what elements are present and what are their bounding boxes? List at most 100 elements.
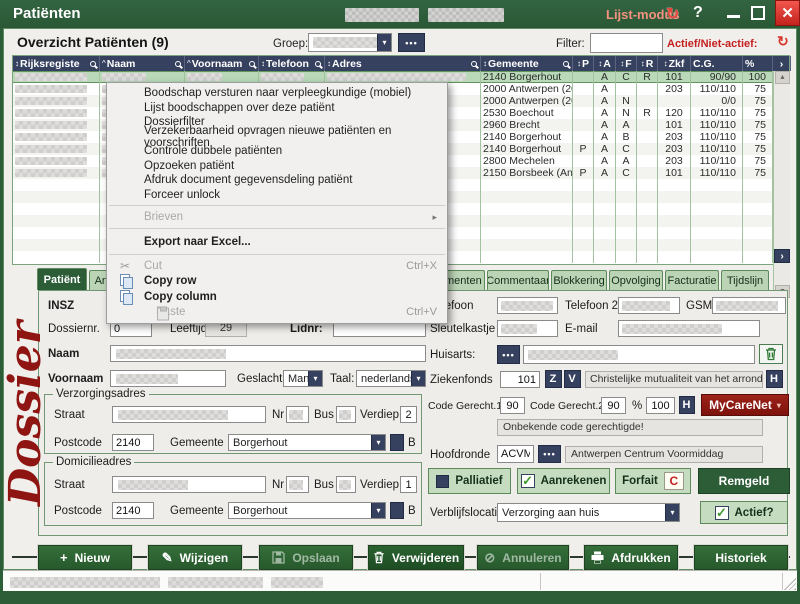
context-menu-item-copy-column[interactable]: Copy column: [107, 289, 447, 305]
search-icon[interactable]: [175, 61, 181, 67]
column-header-p[interactable]: ↕P: [573, 56, 594, 71]
search-icon[interactable]: [249, 61, 255, 67]
taal-select[interactable]: nederlands ▾: [356, 370, 426, 387]
tab-tijdslijn[interactable]: Tijdslijn: [721, 270, 769, 290]
column-header-telefoon[interactable]: ↕Telefoon: [259, 56, 325, 71]
vertical-scrollbar[interactable]: ▲ ▼: [773, 71, 790, 298]
huisarts-input[interactable]: [523, 345, 755, 364]
gsm-input[interactable]: [712, 297, 786, 314]
nr-input[interactable]: [286, 406, 309, 423]
context-menu-item-opzoeken-pati-nt[interactable]: Opzoeken patiënt: [107, 159, 447, 174]
hoofdronde-lookup-button[interactable]: •••: [538, 445, 561, 463]
tab-opvolging[interactable]: Opvolging: [609, 270, 663, 290]
context-menu-item-verzekerbaarheid-opvragen-nieuwe-pati-nten-en-voorschriften[interactable]: Verzekerbaarheid opvragen nieuwe patiënt…: [107, 130, 447, 145]
huisarts-clear-button[interactable]: [759, 344, 783, 364]
column-header-voornaam[interactable]: ^Voornaam: [185, 56, 259, 71]
mycarenet-button[interactable]: MyCareNet▾: [701, 394, 789, 416]
context-menu-item-afdruk-document-gegevensdeling-pati-nt[interactable]: Afdruk document gegevensdeling patiënt: [107, 173, 447, 188]
tab-blokkering[interactable]: Blokkering: [551, 270, 607, 290]
tab-patient[interactable]: Patiënt: [37, 268, 87, 290]
column-header-%[interactable]: %: [743, 56, 773, 71]
historiek-button[interactable]: Historiek: [694, 545, 788, 570]
chevron-down-icon[interactable]: ▾: [665, 504, 679, 521]
chevron-down-icon[interactable]: ▾: [377, 34, 391, 51]
verblijfslocatie-select[interactable]: Verzorging aan huis ▾: [497, 503, 680, 522]
gemeente-select[interactable]: Borgerhout ▾: [228, 502, 386, 519]
active-toggle-refresh-icon[interactable]: ↻: [777, 33, 789, 50]
group-more-button[interactable]: •••: [398, 33, 425, 52]
context-menu-item-lijst-boodschappen-over-deze-pati-nt[interactable]: Lijst boodschappen over deze patiënt: [107, 101, 447, 116]
chevron-down-icon[interactable]: ▾: [411, 371, 425, 386]
tab-commentaar[interactable]: Commentaar: [487, 270, 549, 290]
opslaan-button[interactable]: Opslaan: [259, 545, 353, 570]
context-menu-item-boodschap-versturen-naar-verpleegkundige-mobiel[interactable]: Boodschap versturen naar verpleegkundige…: [107, 86, 447, 101]
naam-input[interactable]: [110, 345, 426, 362]
palliatief-checkbox[interactable]: [436, 475, 449, 488]
ziekenfonds-h-button[interactable]: H: [766, 370, 783, 388]
search-icon[interactable]: [563, 61, 569, 67]
postcode-input[interactable]: [112, 502, 154, 519]
gemeente-lookup-button[interactable]: [390, 434, 404, 451]
more-columns-icon[interactable]: ›: [773, 56, 791, 71]
aanrekenen-toggle[interactable]: ✓ Aanrekenen: [517, 468, 610, 494]
verdiep-input[interactable]: [400, 476, 417, 493]
ziekenfonds-v-button[interactable]: V: [564, 370, 581, 388]
gemeente-lookup-button[interactable]: [390, 502, 404, 519]
forfait-control[interactable]: Forfait C: [615, 468, 691, 494]
email-input[interactable]: [618, 320, 760, 337]
chevron-down-icon[interactable]: ▾: [371, 503, 385, 518]
ziekenfonds-input[interactable]: [500, 371, 540, 388]
code-h-button[interactable]: H: [679, 396, 695, 414]
wijzigen-button[interactable]: ✎ Wijzigen: [148, 545, 242, 570]
afdrukken-button[interactable]: Afdrukken: [584, 545, 678, 570]
straat-input[interactable]: [112, 476, 266, 493]
nr-input[interactable]: [286, 476, 309, 493]
tab-facturatie[interactable]: Facturatie: [665, 270, 719, 290]
context-menu-item-controle-dubbele-pati-nten[interactable]: Controle dubbele patiënten: [107, 144, 447, 159]
minimize-button[interactable]: [727, 15, 740, 18]
filter-input[interactable]: [590, 33, 663, 53]
actief-checkbox[interactable]: ✓: [715, 506, 729, 520]
nieuw-button[interactable]: + Nieuw: [38, 545, 132, 570]
maximize-button[interactable]: [751, 6, 765, 20]
verwijderen-button[interactable]: Verwijderen: [368, 545, 464, 570]
help-button[interactable]: ?: [693, 4, 703, 22]
telefoon2-input[interactable]: [618, 297, 680, 314]
scroll-right-button[interactable]: ›: [774, 249, 790, 263]
column-header-rijksregiste[interactable]: ↕Rijksregiste: [13, 56, 100, 71]
annuleren-button[interactable]: ⊘ Annuleren: [477, 545, 569, 570]
palliatief-toggle[interactable]: Palliatief: [428, 468, 511, 494]
bus-input[interactable]: [336, 476, 356, 493]
column-header-a[interactable]: ↕A: [594, 56, 616, 71]
resize-grip[interactable]: [784, 578, 796, 590]
column-header-f[interactable]: ↕F: [616, 56, 637, 71]
code-gerecht2-input[interactable]: [601, 397, 626, 414]
actief-toggle[interactable]: ✓ Actief?: [700, 501, 788, 524]
context-menu-item-copy-row[interactable]: Copy row: [107, 274, 447, 290]
context-menu-item-export-naar-excel[interactable]: Export naar Excel...: [107, 232, 447, 251]
sleutelkastje-input[interactable]: [497, 320, 558, 337]
verdiep-input[interactable]: [400, 406, 417, 423]
postcode-input[interactable]: [112, 434, 154, 451]
column-header-gemeente[interactable]: ↕Gemeente: [481, 56, 573, 71]
chevron-down-icon[interactable]: ▾: [308, 371, 322, 386]
group-select[interactable]: ▾: [308, 33, 392, 52]
gemeente-select[interactable]: Borgerhout ▾: [228, 434, 386, 451]
aanrekenen-checkbox[interactable]: ✓: [521, 474, 535, 488]
refresh-icon[interactable]: ↻: [666, 4, 679, 24]
column-header-r[interactable]: ↕R: [637, 56, 658, 71]
voornaam-input[interactable]: [110, 370, 226, 387]
geslacht-select[interactable]: Man ▾: [283, 370, 323, 387]
column-header-zkf[interactable]: ↕Zkf: [658, 56, 691, 71]
code-gerecht1-input[interactable]: [500, 397, 525, 414]
search-icon[interactable]: [315, 61, 321, 67]
search-icon[interactable]: [471, 61, 477, 67]
column-header-cg[interactable]: C.G.: [691, 56, 743, 71]
straat-input[interactable]: [112, 406, 266, 423]
column-header-naam[interactable]: ^Naam: [100, 56, 185, 71]
column-header-adres[interactable]: ↕Adres: [325, 56, 481, 71]
close-button[interactable]: ✕: [775, 0, 800, 26]
hoofdronde-input[interactable]: [497, 445, 534, 463]
remgeld-button[interactable]: Remgeld: [698, 468, 790, 494]
percent-input[interactable]: [646, 397, 675, 414]
